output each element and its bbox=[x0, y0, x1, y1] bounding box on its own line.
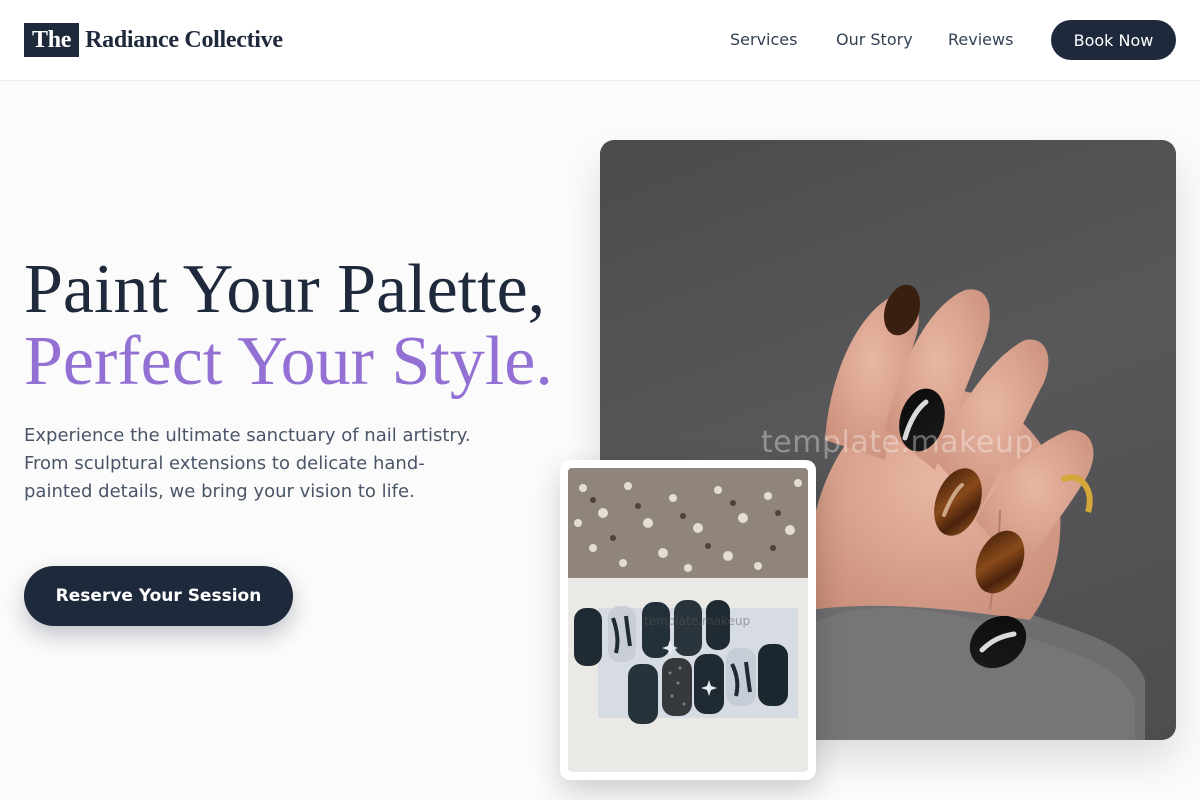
nail-set-image: template.makeup bbox=[568, 468, 808, 772]
headline-line-1: Paint Your Palette, bbox=[24, 251, 546, 328]
site-header: The Radiance Collective Services Our Sto… bbox=[0, 0, 1200, 81]
logo-prefix: The bbox=[24, 23, 80, 57]
logo-name: Radiance Collective bbox=[85, 26, 283, 53]
hero-subtitle: Experience the ultimate sanctuary of nai… bbox=[24, 425, 471, 502]
main-image-watermark: template.makeup bbox=[761, 425, 1034, 460]
nav-link-our-story[interactable]: Our Story bbox=[836, 30, 913, 49]
book-now-button[interactable]: Book Now bbox=[1051, 20, 1176, 60]
nail-set-watermark: template.makeup bbox=[644, 614, 751, 628]
brand-logo[interactable]: The Radiance Collective bbox=[24, 23, 283, 57]
nav-link-services[interactable]: Services bbox=[730, 30, 797, 49]
nail-set-card: template.makeup bbox=[560, 460, 816, 780]
hero-headline: Paint Your Palette, Perfect Your Style. bbox=[24, 254, 553, 398]
reserve-session-button[interactable]: Reserve Your Session bbox=[24, 566, 293, 626]
headline-line-2: Perfect Your Style. bbox=[24, 323, 553, 400]
nav-link-reviews[interactable]: Reviews bbox=[948, 30, 1013, 49]
